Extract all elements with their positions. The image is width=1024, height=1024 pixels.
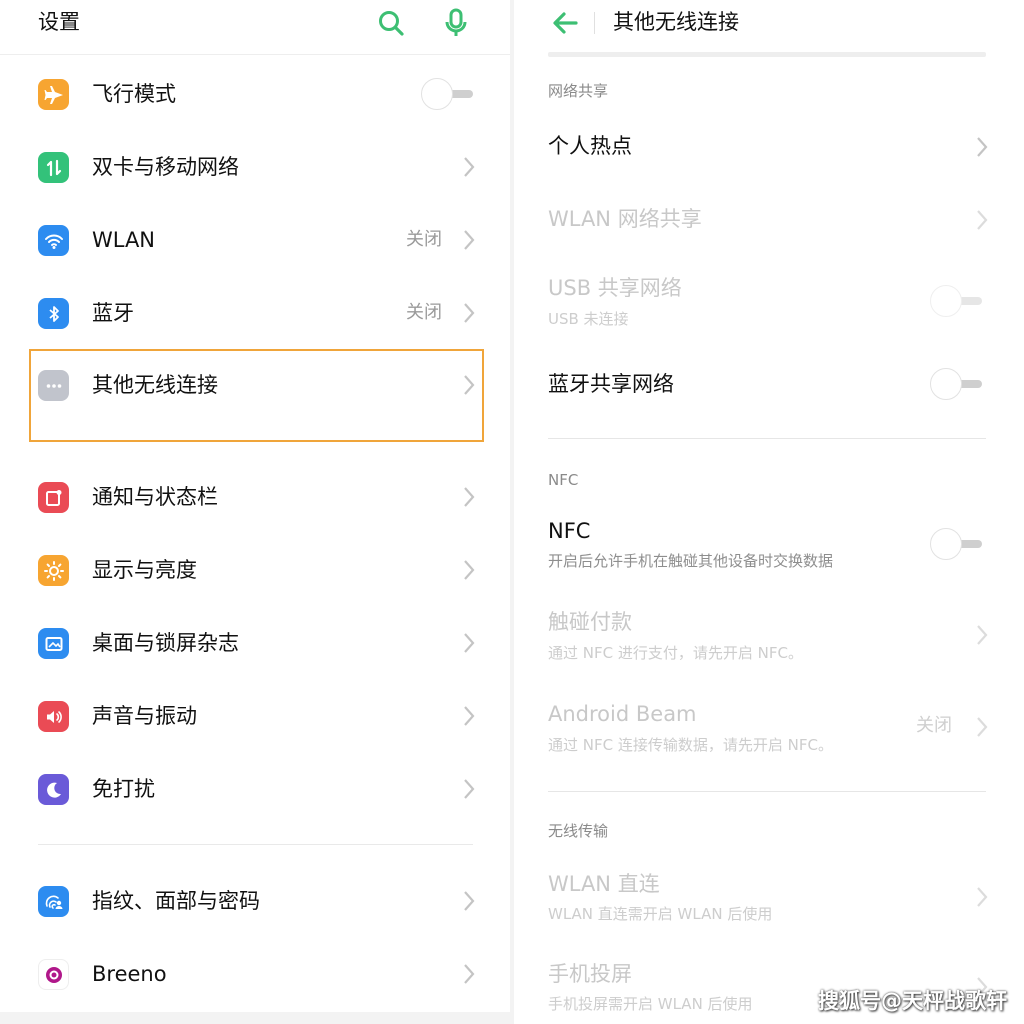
- section-header-nfc: NFC: [548, 471, 579, 489]
- item-title: WLAN 直连: [548, 872, 660, 896]
- item-title: USB 共享网络: [548, 276, 682, 300]
- highlight-box: [29, 349, 484, 442]
- item-subtitle: 手机投屏需开启 WLAN 后使用: [548, 995, 753, 1013]
- chevron-right-icon: [464, 487, 475, 507]
- microphone-icon[interactable]: [441, 8, 471, 38]
- breeno-icon: [38, 959, 69, 990]
- item-usb-tethering[interactable]: USB 共享网络 USB 未连接: [514, 270, 1024, 334]
- section-divider: [548, 438, 986, 439]
- item-title: NFC: [548, 519, 591, 543]
- item-android-beam[interactable]: Android Beam 通过 NFC 连接传输数据，请先开启 NFC。 关闭: [514, 696, 1024, 760]
- chevron-right-icon: [464, 891, 475, 911]
- setting-label: 通知与状态栏: [92, 485, 218, 509]
- item-subtitle: USB 未连接: [548, 310, 629, 328]
- chevron-right-icon: [464, 779, 475, 799]
- setting-wlan[interactable]: WLAN 关闭: [0, 212, 510, 268]
- usb-tethering-toggle[interactable]: [930, 284, 984, 318]
- chevron-right-icon: [464, 303, 475, 323]
- setting-label: 飞行模式: [92, 82, 176, 106]
- nfc-toggle[interactable]: [930, 527, 984, 561]
- header-separator: [594, 12, 595, 34]
- settings-panel: 设置 飞行模式 双卡与移动网络 WLAN 关闭 蓝牙 关闭 其他无线连接 通知与…: [0, 0, 510, 1024]
- setting-bluetooth[interactable]: 蓝牙 关闭: [0, 285, 510, 341]
- chevron-right-icon: [464, 964, 475, 984]
- item-title: WLAN 网络共享: [548, 207, 702, 231]
- bluetooth-icon: [38, 298, 69, 329]
- setting-sound-vibration[interactable]: 声音与振动: [0, 688, 510, 744]
- item-wlan-direct[interactable]: WLAN 直连 WLAN 直连需开启 WLAN 后使用: [514, 866, 1024, 930]
- item-title: 手机投屏: [548, 962, 632, 986]
- item-nfc[interactable]: NFC 开启后允许手机在触碰其他设备时交换数据: [514, 513, 1024, 577]
- setting-home-lockscreen[interactable]: 桌面与锁屏杂志: [0, 615, 510, 671]
- chevron-right-icon: [977, 887, 988, 907]
- setting-label: 指纹、面部与密码: [92, 889, 260, 913]
- item-personal-hotspot[interactable]: 个人热点: [514, 126, 1024, 170]
- item-title: 蓝牙共享网络: [548, 372, 674, 396]
- chevron-right-icon: [977, 210, 988, 230]
- setting-breeno[interactable]: Breeno: [0, 946, 510, 1002]
- item-subtitle: 开启后允许手机在触碰其他设备时交换数据: [548, 552, 834, 570]
- chevron-right-icon: [464, 157, 475, 177]
- setting-label: 免打扰: [92, 777, 155, 801]
- chevron-right-icon: [977, 137, 988, 157]
- chevron-right-icon: [464, 706, 475, 726]
- moon-icon: [38, 774, 69, 805]
- item-title: 触碰付款: [548, 610, 632, 634]
- setting-label: 双卡与移动网络: [92, 155, 239, 179]
- section-divider: [548, 791, 986, 792]
- bottom-edge: [0, 1012, 510, 1024]
- setting-label: Breeno: [92, 962, 167, 986]
- header-divider: [0, 54, 510, 55]
- airplane-mode-toggle[interactable]: [421, 77, 475, 111]
- setting-label: 声音与振动: [92, 704, 197, 728]
- item-tap-to-pay[interactable]: 触碰付款 通过 NFC 进行支付，请先开启 NFC。: [514, 604, 1024, 668]
- setting-notifications[interactable]: 通知与状态栏: [0, 469, 510, 525]
- setting-status: 关闭: [406, 302, 442, 323]
- chevron-right-icon: [464, 560, 475, 580]
- setting-label: 显示与亮度: [92, 558, 197, 582]
- item-wlan-sharing[interactable]: WLAN 网络共享: [514, 198, 1024, 242]
- brightness-icon: [38, 555, 69, 586]
- fingerprint-icon: [38, 886, 69, 917]
- setting-do-not-disturb[interactable]: 免打扰: [0, 761, 510, 817]
- setting-fingerprint-face-password[interactable]: 指纹、面部与密码: [0, 873, 510, 929]
- wifi-icon: [38, 225, 69, 256]
- setting-label: 桌面与锁屏杂志: [92, 631, 239, 655]
- setting-airplane-mode[interactable]: 飞行模式: [0, 66, 510, 122]
- wallpaper-icon: [38, 628, 69, 659]
- chevron-right-icon: [464, 230, 475, 250]
- setting-sim-mobile-network[interactable]: 双卡与移动网络: [0, 139, 510, 195]
- chevron-right-icon: [977, 625, 988, 645]
- setting-status: 关闭: [406, 229, 442, 250]
- back-arrow-icon[interactable]: [550, 8, 580, 38]
- item-subtitle: 通过 NFC 连接传输数据，请先开启 NFC。: [548, 736, 833, 754]
- search-icon[interactable]: [376, 8, 406, 38]
- chevron-right-icon: [977, 717, 988, 737]
- airplane-icon: [38, 79, 69, 110]
- item-subtitle: WLAN 直连需开启 WLAN 后使用: [548, 905, 773, 923]
- section-header-tethering: 网络共享: [548, 82, 609, 100]
- bluetooth-tethering-toggle[interactable]: [930, 367, 984, 401]
- setting-display-brightness[interactable]: 显示与亮度: [0, 542, 510, 598]
- page-title: 其他无线连接: [613, 10, 739, 34]
- item-title: 个人热点: [548, 134, 632, 158]
- item-status: 关闭: [916, 715, 952, 736]
- setting-label: WLAN: [92, 228, 156, 252]
- chevron-right-icon: [464, 633, 475, 653]
- item-subtitle: 通过 NFC 进行支付，请先开启 NFC。: [548, 644, 803, 662]
- watermark-text: 搜狐号@天枰战歌轩: [818, 989, 1007, 1013]
- other-wireless-panel: 其他无线连接 网络共享 个人热点 WLAN 网络共享 USB 共享网络 USB …: [514, 0, 1024, 1024]
- item-title: Android Beam: [548, 702, 697, 726]
- setting-label: 蓝牙: [92, 301, 134, 325]
- item-bluetooth-tethering[interactable]: 蓝牙共享网络: [514, 364, 1024, 408]
- sim-data-icon: [38, 152, 69, 183]
- sound-icon: [38, 701, 69, 732]
- group-divider: [38, 844, 473, 845]
- section-header-wireless-transfer: 无线传输: [548, 822, 609, 840]
- page-title: 设置: [38, 10, 80, 34]
- header-divider: [548, 52, 986, 57]
- notification-icon: [38, 482, 69, 513]
